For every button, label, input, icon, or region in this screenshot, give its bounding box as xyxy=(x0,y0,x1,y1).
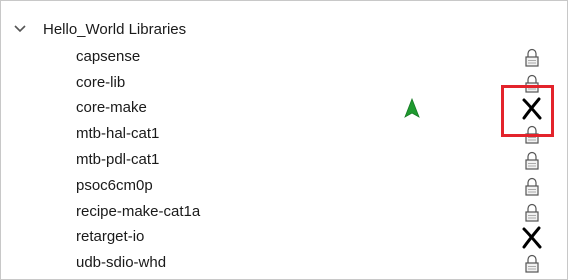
library-row-mtb-hal-cat1[interactable]: mtb-hal-cat1 xyxy=(1,122,567,148)
highlight-box xyxy=(501,85,554,137)
library-label: mtb-pdl-cat1 xyxy=(76,151,160,168)
library-row-mtb-pdl-cat1[interactable]: mtb-pdl-cat1 xyxy=(1,148,567,174)
library-label: psoc6cm0p xyxy=(76,177,153,194)
unlocked-x-icon[interactable] xyxy=(520,225,544,251)
library-row-capsense[interactable]: capsense xyxy=(1,45,567,71)
library-row-psoc6cm0p[interactable]: psoc6cm0p xyxy=(1,174,567,200)
library-row-core-make[interactable]: core-make xyxy=(1,96,567,122)
lock-icon[interactable] xyxy=(520,45,544,71)
library-label: udb-sdio-whd xyxy=(76,254,167,271)
arrow-pointer-icon xyxy=(404,98,420,118)
library-row-core-lib[interactable]: core-lib xyxy=(1,71,567,97)
library-label: retarget-io xyxy=(76,228,145,245)
lock-icon[interactable] xyxy=(520,174,544,200)
library-label: core-make xyxy=(76,99,147,116)
library-row-recipe-make-cat1a[interactable]: recipe-make-cat1a xyxy=(1,200,567,226)
lock-icon[interactable] xyxy=(520,251,544,277)
library-row-udb-sdio-whd[interactable]: udb-sdio-whd xyxy=(1,251,567,277)
library-row-retarget-io[interactable]: retarget-io xyxy=(1,225,567,251)
library-tree-panel: Hello_World Libraries capsense core-lib xyxy=(0,0,568,280)
tree-group-row[interactable]: Hello_World Libraries xyxy=(1,18,567,42)
library-label: recipe-make-cat1a xyxy=(76,203,201,220)
chevron-down-icon[interactable] xyxy=(13,22,27,36)
lock-icon[interactable] xyxy=(520,200,544,226)
library-label: capsense xyxy=(76,48,141,65)
tree-group-label: Hello_World Libraries xyxy=(43,21,187,38)
library-label: mtb-hal-cat1 xyxy=(76,125,160,142)
library-label: core-lib xyxy=(76,74,126,91)
lock-icon[interactable] xyxy=(520,148,544,174)
